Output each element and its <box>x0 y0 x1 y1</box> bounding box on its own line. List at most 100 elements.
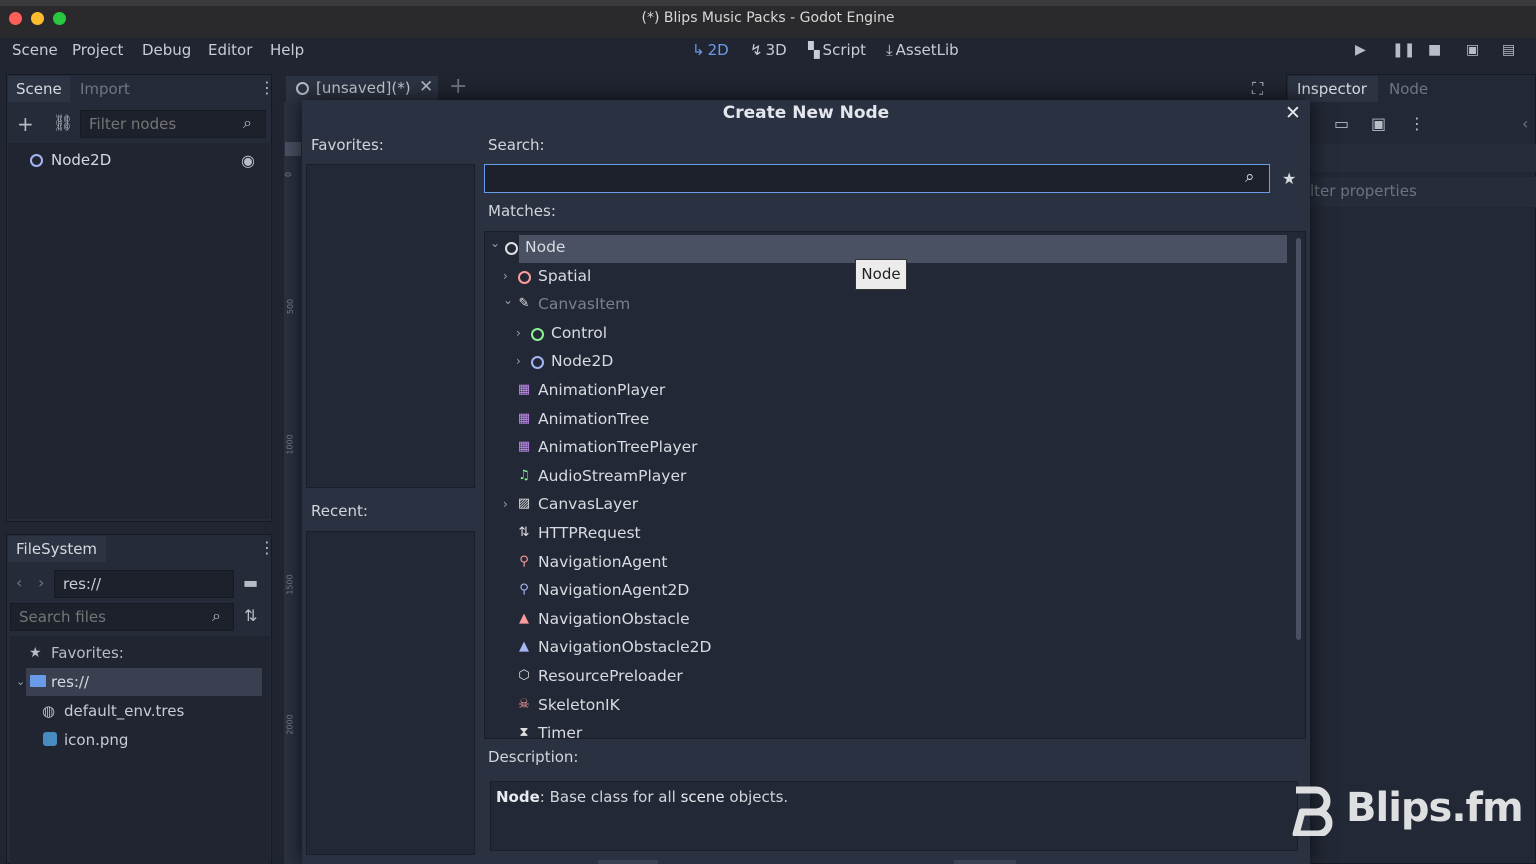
filter-nodes-input[interactable] <box>80 110 266 138</box>
pause-icon[interactable]: ❚❚ <box>1392 42 1415 58</box>
tree-row-navigationobstacle2d[interactable]: ▲ NavigationObstacle2D <box>485 635 1285 663</box>
favorites-list[interactable] <box>306 164 475 488</box>
scene-ring-icon <box>296 82 309 95</box>
tab-filesystem[interactable]: FileSystem <box>8 536 106 562</box>
layer-icon: ▨ <box>517 496 531 512</box>
tree-row-control[interactable]: › Control <box>485 321 1285 349</box>
tree-row-navigationagent2d[interactable]: ⚲ NavigationAgent2D <box>485 578 1285 606</box>
tree-row-node2d[interactable]: › Node2D <box>485 349 1285 377</box>
chevron-right-icon[interactable]: › <box>516 354 521 368</box>
dialog-cancel-button-edge[interactable] <box>954 860 1016 864</box>
node-ring-icon <box>505 242 518 255</box>
node2d-icon <box>30 154 43 167</box>
dialog-close-icon[interactable]: ✕ <box>1285 102 1301 124</box>
fs-file-default-env[interactable]: default_env.tres <box>64 702 184 720</box>
matches-label: Matches: <box>488 202 556 220</box>
fs-file-icon-png[interactable]: icon.png <box>64 731 128 749</box>
film-icon: ▦ <box>517 410 531 426</box>
menu-help[interactable]: Help <box>270 41 304 59</box>
open-folder-icon[interactable]: ▭ <box>1334 114 1349 133</box>
play-scene-icon[interactable]: ▣ <box>1466 42 1479 58</box>
tree-row-label: AnimationTree <box>538 409 650 428</box>
ruler-mark: 2000 <box>285 714 295 735</box>
back-arrow-icon[interactable]: ‹ <box>16 573 22 592</box>
mode-2d-button[interactable]: ↳ 2D <box>692 41 729 59</box>
chevron-right-icon[interactable]: › <box>503 497 508 511</box>
blips-logo-icon <box>1292 786 1336 838</box>
history-back-icon[interactable]: ‹ <box>1522 114 1528 133</box>
matches-scrollbar[interactable] <box>1296 238 1301 640</box>
tree-row-label: NavigationObstacle2D <box>538 638 712 657</box>
mode-assetlib-button[interactable]: ⤓ AssetLib <box>886 41 959 59</box>
cone-icon: ▲ <box>519 610 529 626</box>
menu-scene[interactable]: Scene <box>12 41 58 59</box>
pin-icon: ⚲ <box>519 553 529 569</box>
chevron-down-icon[interactable]: ⌄ <box>490 236 500 250</box>
tree-row-animationtreeplayer[interactable]: ▦ AnimationTreePlayer <box>485 435 1285 463</box>
download-icon: ⤓ <box>886 41 893 59</box>
filter-properties-input[interactable]: lter properties <box>1310 177 1536 207</box>
tab-import[interactable]: Import <box>80 76 130 102</box>
visibility-eye-icon[interactable]: ◉ <box>241 151 255 170</box>
close-tab-icon[interactable]: ✕ <box>419 77 433 97</box>
stop-icon[interactable]: ■ <box>1428 42 1441 58</box>
titlebar-top-strip <box>0 0 1536 6</box>
add-tab-icon[interactable]: + <box>449 74 467 99</box>
tree-row-label: SkeletonIK <box>538 695 620 714</box>
chevron-down-icon[interactable]: ⌄ <box>503 293 513 307</box>
star-icon: ★ <box>29 645 42 661</box>
tree-row-animationtree[interactable]: ▦ AnimationTree <box>485 407 1285 435</box>
chevron-down-icon[interactable]: ⌄ <box>16 675 25 688</box>
fs-dock-menu-icon[interactable]: ⋮ <box>259 538 275 557</box>
tab-inspector[interactable]: Inspector <box>1288 76 1378 102</box>
tree-row-navigationagent[interactable]: ⚲ NavigationAgent <box>485 550 1285 578</box>
tree-row-canvasitem[interactable]: ⌄ ✎ CanvasItem <box>485 292 1285 320</box>
tree-row-animationplayer[interactable]: ▦ AnimationPlayer <box>485 378 1285 406</box>
tree-row-audiostreamplayer[interactable]: ♫ AudioStreamPlayer <box>485 464 1285 492</box>
play-custom-scene-icon[interactable]: ▤ <box>1502 42 1515 58</box>
tree-row-resourcepreloader[interactable]: ⬡ ResourcePreloader <box>485 664 1285 692</box>
tree-row-label: AnimationTreePlayer <box>538 438 698 457</box>
node-search-input[interactable] <box>484 164 1270 193</box>
dialog-create-button-edge[interactable] <box>598 860 658 864</box>
tree-row-label: AnimationPlayer <box>538 381 666 399</box>
scene-root-node[interactable]: Node2D <box>51 151 111 169</box>
save-icon[interactable]: ▣ <box>1371 114 1386 133</box>
mode-script-button[interactable]: ▚ Script <box>808 41 866 59</box>
description-link[interactable]: scene <box>681 788 725 806</box>
ruler-mark: 0 <box>284 171 294 178</box>
tree-row-canvaslayer[interactable]: › ▨ CanvasLayer <box>485 492 1285 520</box>
recent-list[interactable] <box>306 531 475 855</box>
cube-icon: ⬡ <box>518 668 530 683</box>
menu-editor[interactable]: Editor <box>208 41 252 59</box>
tree-row-httprequest[interactable]: ⇅ HTTPRequest <box>485 521 1285 549</box>
split-view-icon[interactable]: ▬ <box>243 573 258 592</box>
menu-project[interactable]: Project <box>72 41 123 59</box>
more-options-icon[interactable]: ⋮ <box>1409 114 1425 133</box>
chevron-right-icon[interactable]: › <box>503 269 508 283</box>
chevron-right-icon[interactable]: › <box>516 326 521 340</box>
tree-row-label: Control <box>551 323 608 342</box>
tree-row-skeletonik[interactable]: ☠ SkeletonIK <box>485 693 1285 721</box>
link-icon[interactable]: ⛓ <box>53 113 73 132</box>
skull-icon: ☠ <box>518 696 530 712</box>
mode-3d-button[interactable]: ↯ 3D <box>750 41 787 59</box>
dialog-title: Create New Node <box>722 103 890 123</box>
tab-node[interactable]: Node <box>1389 76 1428 102</box>
search-files-input[interactable] <box>10 603 234 631</box>
play-icon[interactable]: ▶ <box>1355 42 1366 58</box>
tree-row-navigationobstacle[interactable]: ▲ NavigationObstacle <box>485 607 1285 635</box>
favorite-star-icon[interactable]: ★ <box>1282 169 1296 188</box>
add-node-icon[interactable]: + <box>17 112 34 136</box>
sort-icon[interactable]: ⇅ <box>244 606 257 625</box>
fs-path-field[interactable]: res:// <box>54 570 234 598</box>
menu-debug[interactable]: Debug <box>142 41 191 59</box>
tab-scene[interactable]: Scene <box>8 76 70 102</box>
fullscreen-icon[interactable]: ⛶ <box>1252 79 1263 99</box>
tree-row-label: NavigationObstacle <box>538 609 690 628</box>
fs-favorites[interactable]: Favorites: <box>51 644 124 662</box>
dock-menu-icon[interactable]: ⋮ <box>259 78 275 97</box>
forward-arrow-icon[interactable]: › <box>38 573 44 592</box>
vertical-ruler <box>284 102 303 864</box>
tree-row-timer[interactable]: ⧗ Timer <box>485 721 1285 738</box>
